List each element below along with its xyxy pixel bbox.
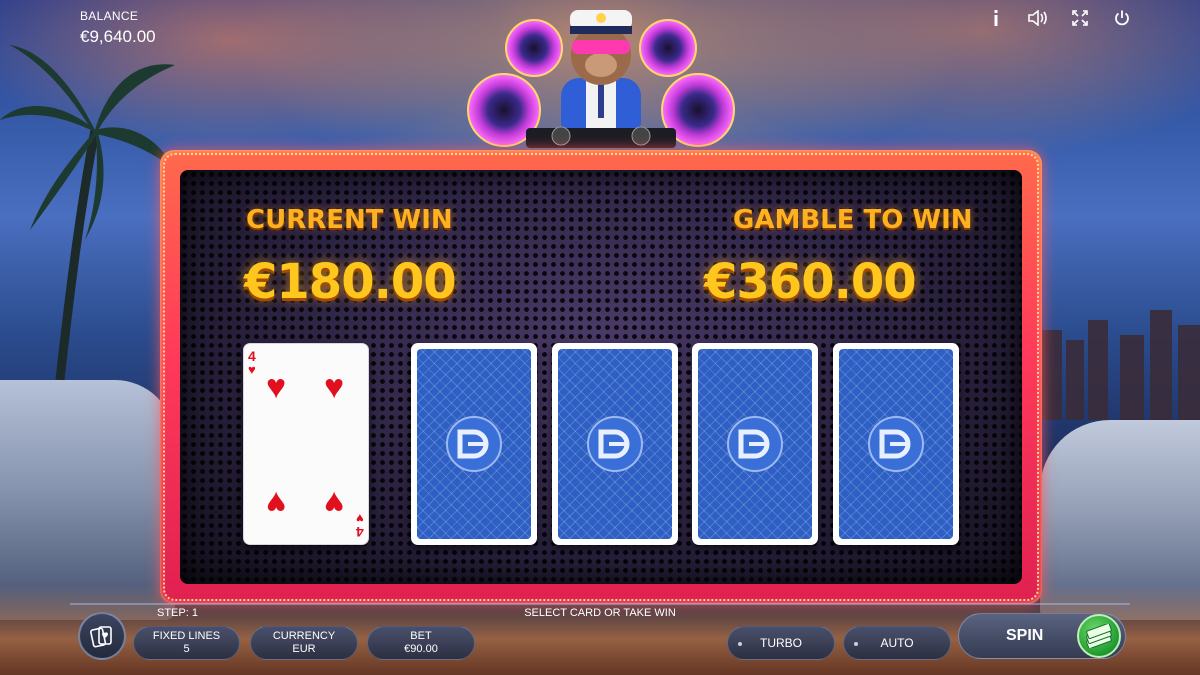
bet-label: BET (410, 630, 432, 642)
collect-money-button[interactable] (1077, 614, 1121, 658)
auto-button[interactable]: AUTO (843, 626, 951, 660)
card-face-down[interactable] (692, 343, 818, 545)
card-face-up: 4 ♥ ♥ ♥ ♥ ♥ 4 ♥ (243, 343, 369, 545)
card-face-down[interactable] (411, 343, 537, 545)
fixed-lines-display: FIXED LINES 5 (133, 626, 240, 660)
money-stack-icon (1086, 624, 1112, 648)
sound-icon[interactable] (1028, 8, 1048, 28)
dj-mascot-graphic (467, 10, 735, 148)
top-toolbar (986, 8, 1132, 28)
balance-value: €9,640.00 (80, 27, 156, 46)
balance-display: BALANCE €9,640.00 (80, 9, 156, 47)
heart-pip: ♥ (324, 484, 345, 522)
heart-pip: ♥ (324, 368, 345, 406)
gamble-to-win-label: GAMBLE TO WIN (733, 205, 973, 235)
palm-tree-graphic (0, 45, 175, 380)
currency-display: CURRENCY EUR (250, 626, 358, 660)
card-logo-icon (446, 416, 502, 472)
card-face-down[interactable] (552, 343, 678, 545)
fullscreen-icon[interactable] (1070, 8, 1090, 28)
cards-icon (90, 626, 112, 648)
bet-display[interactable]: BET €90.00 (367, 626, 475, 660)
card-logo-icon (587, 416, 643, 472)
card-suit: ♥ (248, 362, 256, 377)
currency-value: EUR (292, 643, 316, 655)
turbo-button[interactable]: TURBO (727, 626, 835, 660)
heart-pip: ♥ (266, 484, 287, 522)
card-logo-icon (727, 416, 783, 472)
fixed-lines-label: FIXED LINES (152, 630, 221, 642)
current-win-amount: €180.00 (244, 254, 457, 310)
card-rank: 4 (248, 348, 256, 364)
card-corner-bottom: 4 ♥ (356, 511, 364, 540)
bet-value: €90.00 (404, 643, 438, 655)
power-icon[interactable] (1112, 8, 1132, 28)
spin-label: SPIN (1006, 627, 1044, 644)
fixed-lines-value: 5 (183, 643, 190, 655)
auto-indicator-dot (854, 642, 858, 646)
gamble-cards-button[interactable] (78, 612, 126, 660)
card-logo-icon (868, 416, 924, 472)
info-icon[interactable] (986, 8, 1006, 28)
currency-label: CURRENCY (272, 630, 336, 642)
current-win-label: CURRENT WIN (246, 205, 453, 235)
card-corner-top: 4 ♥ (248, 349, 256, 376)
gamble-to-win-amount: €360.00 (704, 254, 917, 310)
control-bar-divider (70, 603, 1130, 605)
turbo-label: TURBO (760, 635, 802, 650)
balance-label: BALANCE (80, 9, 139, 23)
city-skyline-graphic (1040, 310, 1200, 420)
heart-pip: ♥ (266, 368, 287, 406)
card-suit: ♥ (356, 511, 364, 526)
card-rank: 4 (356, 524, 364, 540)
turbo-indicator-dot (738, 642, 742, 646)
card-face-down[interactable] (833, 343, 959, 545)
auto-label: AUTO (880, 635, 914, 650)
yacht-left-graphic (0, 380, 175, 620)
